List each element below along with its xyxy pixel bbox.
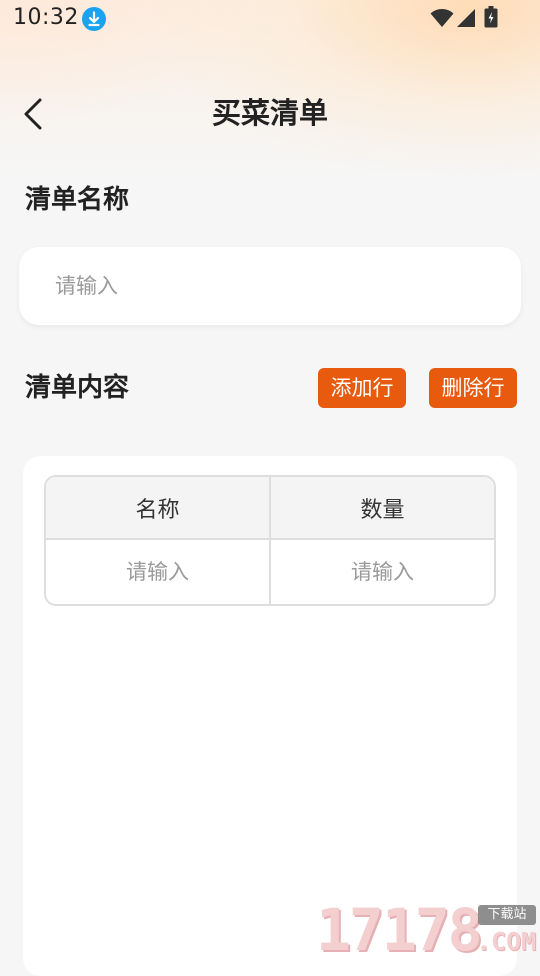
- item-name-input[interactable]: [46, 540, 269, 604]
- list-name-card: [19, 247, 521, 325]
- signal-icon: [457, 9, 475, 27]
- download-icon: [82, 7, 106, 31]
- add-row-button[interactable]: 添加行: [318, 368, 406, 408]
- list-content-heading: 清单内容: [25, 373, 130, 403]
- site-watermark: 17178 下载站 .COM: [316, 898, 540, 960]
- status-bar: 10:32: [0, 0, 540, 38]
- column-header-name: 名称: [135, 497, 180, 523]
- column-header-quantity: 数量: [269, 477, 494, 538]
- name-cell: [46, 540, 269, 604]
- watermark-suffix: .COM: [476, 927, 537, 956]
- watermark-site-label: 下载站: [478, 905, 536, 925]
- page-title: 买菜清单: [211, 96, 328, 130]
- status-time: 10:32: [13, 5, 79, 30]
- item-table: 名称 数量: [44, 475, 496, 606]
- wifi-icon: [430, 9, 454, 27]
- table-row: [46, 540, 494, 604]
- list-name-heading: 清单名称: [25, 185, 130, 215]
- battery-icon: [484, 6, 498, 28]
- table-header-row: 名称 数量: [46, 477, 494, 540]
- quantity-cell: [269, 540, 494, 604]
- item-quantity-input[interactable]: [271, 540, 494, 604]
- list-name-input[interactable]: [55, 265, 495, 307]
- watermark-digits: 17178: [316, 896, 483, 964]
- delete-row-button[interactable]: 删除行: [429, 368, 517, 408]
